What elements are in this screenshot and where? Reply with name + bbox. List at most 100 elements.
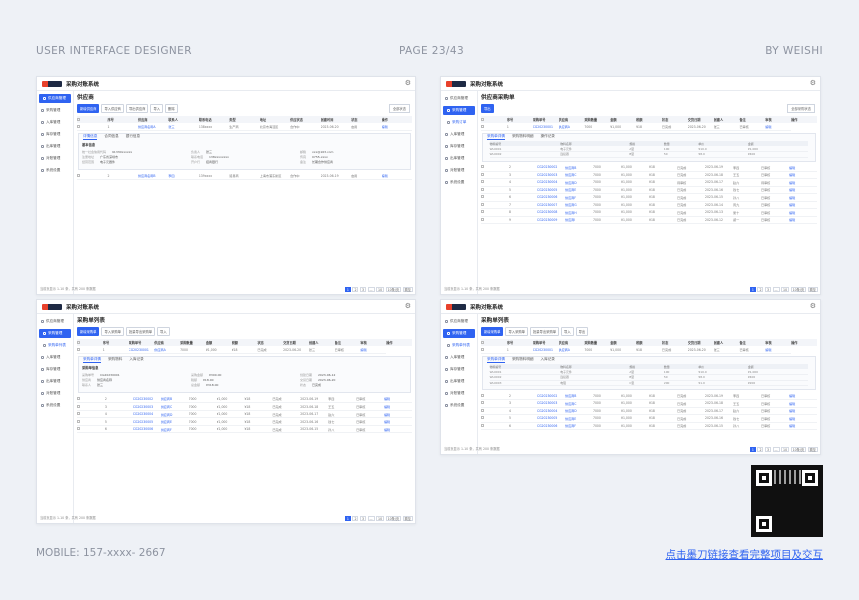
table-row[interactable]: 1 供应商名称A 张三 138xxxx 生产商 北京市海淀区 合作中 2023-06-20 启用…: [77, 123, 412, 131]
page-button[interactable]: 2: [757, 447, 764, 452]
gear-icon[interactable]: ⚙: [810, 79, 816, 88]
row-checkbox[interactable]: [481, 217, 484, 221]
table-row[interactable]: 6 CG20230006 供应商F 7000 ¥1,000 ¥18 已完成 2023-06-1…: [77, 425, 412, 434]
page-button[interactable]: 跳至: [402, 516, 413, 521]
page-button[interactable]: ...: [772, 287, 780, 292]
sidebar-item[interactable]: 采购管理: [443, 329, 475, 338]
sidebar-item[interactable]: 供应商管理: [441, 317, 477, 326]
sidebar-item[interactable]: 采购订单: [441, 118, 477, 127]
row-checkbox[interactable]: [77, 404, 80, 408]
modao-link[interactable]: 点击墨刀链接查看完整项目及交互: [666, 547, 824, 562]
sidebar-item[interactable]: 入库管理: [441, 130, 477, 139]
page-button[interactable]: 10条/页: [385, 287, 402, 292]
toolbar-button[interactable]: 导入: [561, 327, 574, 336]
table-row[interactable]: 7 CG20230007 供应商G 7000 ¥1,000 ¥18 已完成 2023-06-1…: [481, 201, 817, 209]
table-row[interactable]: 5 CG20230005 供应商E 7000 ¥1,000 ¥18 已完成 2023-06-1…: [481, 414, 817, 423]
page-button[interactable]: 10条/页: [790, 447, 807, 452]
page-button[interactable]: 10: [781, 287, 790, 292]
sidebar-item[interactable]: 供应商管理: [39, 94, 71, 103]
row-action-link[interactable]: 编辑: [765, 346, 792, 354]
page-button[interactable]: 2: [352, 516, 359, 521]
row-checkbox[interactable]: [481, 401, 484, 405]
detail-tab[interactable]: 采购物料: [108, 357, 122, 363]
sidebar-item[interactable]: 出库管理: [37, 142, 73, 151]
row-action-link[interactable]: 编辑: [360, 346, 387, 354]
row-action-link[interactable]: 编辑: [789, 186, 817, 194]
page-button[interactable]: 跳至: [807, 447, 818, 452]
toolbar-button[interactable]: 批量导出采购单: [529, 327, 560, 336]
row-checkbox[interactable]: [77, 419, 80, 423]
table-row[interactable]: 4 CG20230004 供应商D 7000 ¥1,000 ¥18 已完成 2023-06-1…: [481, 407, 817, 415]
detail-tab[interactable]: 采购单详情: [83, 357, 101, 363]
sidebar-item[interactable]: 库存管理: [441, 365, 477, 374]
detail-tab[interactable]: 详情信息: [83, 134, 98, 140]
row-action-link[interactable]: 编辑: [789, 216, 817, 224]
table-row[interactable]: 1 CG20230001 供应商A 7000 ¥1,000 ¥18 已完成 2023-06-2…: [481, 123, 817, 131]
row-action-link[interactable]: 编辑: [789, 407, 817, 415]
sidebar-item[interactable]: 对账管理: [441, 389, 477, 398]
page-button[interactable]: 1: [344, 287, 351, 292]
table-row[interactable]: 3 CG20230003 供应商C 7000 ¥1,000 ¥18 已完成 2023-06-1…: [77, 402, 412, 411]
page-button[interactable]: 10条/页: [790, 287, 807, 292]
page-button[interactable]: ...: [367, 287, 375, 292]
row-checkbox[interactable]: [481, 180, 484, 184]
toolbar-button[interactable]: 新增供应商: [77, 104, 100, 113]
row-action-link[interactable]: 编辑: [381, 172, 412, 181]
row-checkbox[interactable]: [481, 172, 484, 176]
row-checkbox[interactable]: [77, 124, 80, 128]
select-all-checkbox[interactable]: [77, 340, 80, 344]
sidebar-item[interactable]: 采购管理: [39, 329, 71, 338]
page-button[interactable]: 2: [352, 287, 359, 292]
gear-icon[interactable]: ⚙: [405, 79, 411, 88]
toolbar-button[interactable]: 导入采购单: [101, 327, 124, 336]
row-action-link[interactable]: 编辑: [381, 123, 412, 131]
sidebar-item[interactable]: 库存管理: [37, 365, 73, 374]
row-checkbox[interactable]: [481, 124, 484, 128]
row-action-link[interactable]: 编辑: [789, 163, 817, 172]
row-checkbox[interactable]: [77, 427, 80, 431]
row-action-link[interactable]: 编辑: [789, 193, 817, 202]
sidebar-item[interactable]: 对账管理: [37, 389, 73, 398]
page-button[interactable]: 3: [764, 447, 771, 452]
table-row[interactable]: 2 供应商名称B 李四 139xxxx 贸易商 上海市浦东新区 合作中 2023-06-19 启…: [77, 172, 412, 181]
toolbar-button[interactable]: 导入: [150, 104, 164, 113]
sidebar-item[interactable]: 采购单列表: [441, 341, 477, 350]
table-row[interactable]: 5 CG20230005 供应商E 7000 ¥1,000 ¥18 已完成 2023-06-1…: [481, 186, 817, 194]
sidebar-item[interactable]: 系统设置: [37, 166, 73, 175]
sidebar-item[interactable]: 入库管理: [441, 353, 477, 362]
sidebar-item[interactable]: 系统设置: [37, 401, 73, 410]
detail-tab[interactable]: 采购物料明细: [512, 134, 534, 140]
row-checkbox[interactable]: [481, 165, 484, 168]
detail-tab[interactable]: 银行信息: [126, 134, 140, 140]
table-row[interactable]: 5 CG20230005 供应商E 7000 ¥1,000 ¥18 已完成 2023-06-1…: [77, 417, 412, 426]
row-checkbox[interactable]: [77, 173, 80, 177]
row-checkbox[interactable]: [481, 347, 484, 351]
page-button[interactable]: 10: [376, 516, 385, 521]
toolbar-button[interactable]: 导入: [157, 327, 170, 336]
table-row[interactable]: 6 CG20230006 供应商F 7000 ¥1,000 ¥18 已完成 2023-06-1…: [481, 193, 817, 202]
sidebar-item[interactable]: 对账管理: [37, 154, 73, 163]
detail-tab[interactable]: 采购单详情: [487, 357, 505, 363]
sidebar-item[interactable]: 采购管理: [37, 106, 73, 115]
detail-tab[interactable]: 入库记录: [129, 357, 143, 363]
page-button[interactable]: 3: [359, 516, 366, 521]
sidebar-item[interactable]: 入库管理: [37, 118, 73, 127]
row-checkbox[interactable]: [481, 202, 484, 206]
sidebar-item[interactable]: 出库管理: [37, 377, 73, 386]
row-action-link[interactable]: 编辑: [383, 425, 412, 434]
row-checkbox[interactable]: [77, 347, 80, 351]
row-action-link[interactable]: 编辑: [383, 410, 412, 419]
table-row[interactable]: 2 CG20230002 供应商B 7000 ¥1,000 ¥18 已完成 2023-06-1…: [481, 163, 817, 172]
select-all-checkbox[interactable]: [481, 117, 484, 121]
toolbar-button[interactable]: 导出供应商: [125, 104, 149, 113]
row-action-link[interactable]: 编辑: [789, 171, 817, 179]
detail-tab[interactable]: 采购单详情: [487, 134, 505, 140]
sidebar-item[interactable]: 出库管理: [441, 377, 477, 386]
page-button[interactable]: 3: [764, 287, 771, 292]
page-button[interactable]: 1: [749, 287, 756, 292]
page-button[interactable]: ...: [367, 516, 375, 521]
row-action-link[interactable]: 编辑: [383, 402, 412, 411]
row-checkbox[interactable]: [77, 412, 80, 416]
page-button[interactable]: 10: [376, 287, 385, 292]
row-action-link[interactable]: 编辑: [789, 208, 817, 217]
